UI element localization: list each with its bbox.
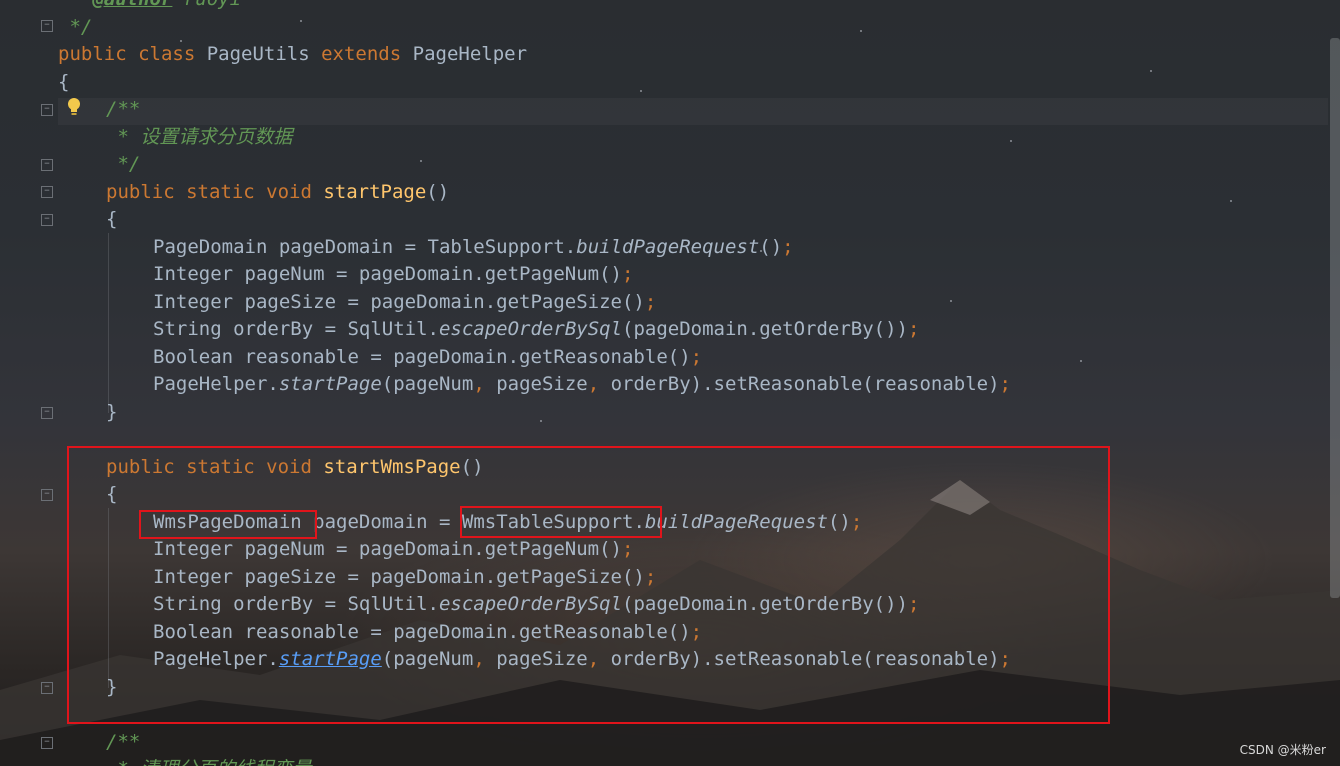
highlight-box-WmsPageDomain bbox=[139, 510, 317, 539]
code-line: Integer pageSize = pageDomain.getPageSiz… bbox=[153, 291, 657, 313]
fold-marker[interactable]: − bbox=[41, 489, 53, 501]
fold-marker[interactable]: − bbox=[41, 737, 53, 749]
code-line: PageHelper.startPage(pageNum, pageSize, … bbox=[153, 373, 1011, 395]
method-signature-startPage: public static void startPage() bbox=[106, 181, 450, 203]
code-line: Integer pageNum = pageDomain.getPageNum(… bbox=[153, 263, 634, 285]
fold-marker[interactable]: − bbox=[41, 159, 53, 171]
code-line: { bbox=[58, 71, 70, 93]
javadoc-comment: /** bbox=[106, 731, 141, 753]
current-line-highlight bbox=[58, 98, 1328, 125]
code-line: Boolean reasonable = pageDomain.getReaso… bbox=[153, 346, 703, 368]
code-line: PageDomain pageDomain = TableSupport.bui… bbox=[153, 236, 794, 258]
javadoc-comment: /** bbox=[106, 98, 141, 120]
code-line: */ bbox=[58, 16, 93, 38]
code-line: String orderBy = SqlUtil.escapeOrderBySq… bbox=[153, 318, 920, 340]
fold-marker[interactable]: − bbox=[41, 214, 53, 226]
indent-guide bbox=[108, 233, 109, 413]
javadoc-comment: */ bbox=[106, 153, 141, 175]
code-line: } bbox=[106, 401, 118, 423]
javadoc-comment: * 清理分页的线程变量 bbox=[106, 756, 311, 766]
highlight-box-WmsTableSupport bbox=[460, 506, 662, 538]
watermark: CSDN @米粉er bbox=[1239, 743, 1326, 757]
code-line: * @author ruoyi bbox=[58, 0, 241, 13]
fold-marker[interactable]: − bbox=[41, 20, 53, 32]
fold-marker[interactable]: − bbox=[41, 682, 53, 694]
code-line: { bbox=[106, 208, 118, 230]
fold-marker[interactable]: − bbox=[41, 104, 53, 116]
fold-marker[interactable]: − bbox=[41, 407, 53, 419]
editor-gutter: − − − − − − − − − bbox=[0, 0, 58, 766]
class-declaration: public class PageUtils extends PageHelpe… bbox=[58, 43, 528, 65]
lightbulb-icon[interactable] bbox=[66, 97, 82, 117]
javadoc-comment: * 设置请求分页数据 bbox=[106, 126, 293, 148]
vertical-scrollbar[interactable] bbox=[1330, 38, 1340, 598]
fold-marker[interactable]: − bbox=[41, 186, 53, 198]
highlight-box-startWmsPage bbox=[67, 446, 1110, 724]
